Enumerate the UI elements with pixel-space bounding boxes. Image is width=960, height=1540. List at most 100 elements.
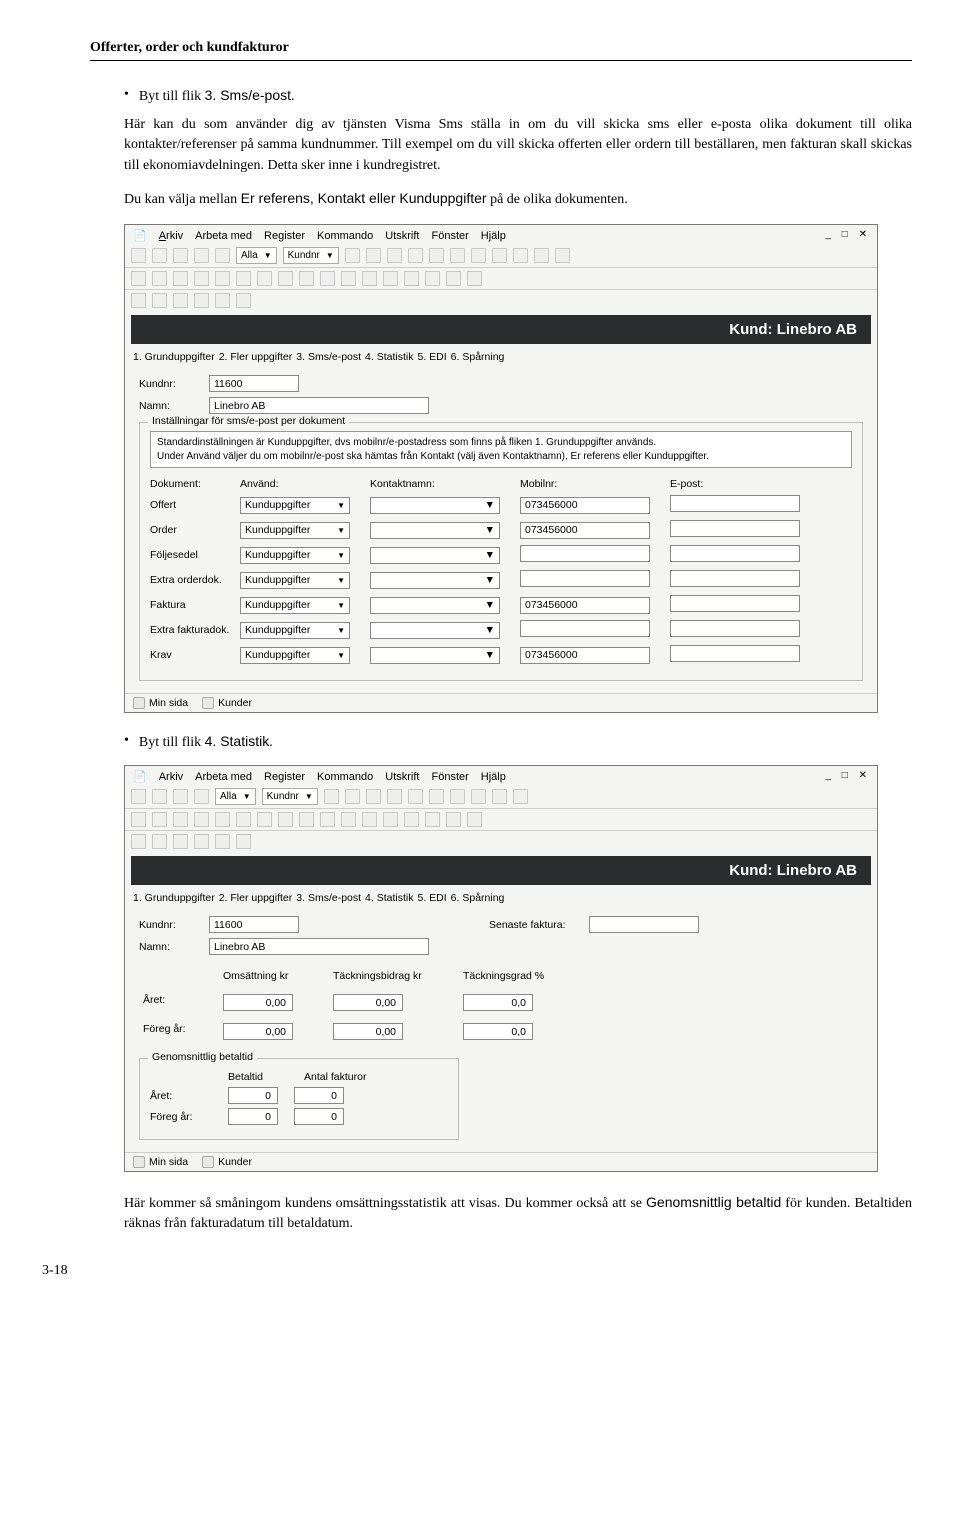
tb-misc4-icon[interactable] xyxy=(555,248,570,263)
tb-misc-icon[interactable] xyxy=(429,789,444,804)
oms-foreg-input[interactable]: 0,00 xyxy=(223,1023,293,1040)
tab-sms-epost[interactable]: 3. Sms/e-post xyxy=(296,351,361,363)
menu-register[interactable]: Register xyxy=(264,771,305,783)
tb2-icon[interactable] xyxy=(194,271,209,286)
tb2-icon[interactable] xyxy=(320,271,335,286)
tb-nav-next-icon[interactable] xyxy=(408,248,423,263)
tb2-icon[interactable] xyxy=(446,812,461,827)
mobil-input[interactable]: 073456000 xyxy=(520,522,650,539)
tb2-icon[interactable] xyxy=(131,271,146,286)
tb3-icon[interactable] xyxy=(215,834,230,849)
tb2-icon[interactable] xyxy=(173,812,188,827)
tb2-icon[interactable] xyxy=(173,271,188,286)
kontakt-select[interactable]: ▼ xyxy=(370,647,500,664)
tb2-icon[interactable] xyxy=(299,271,314,286)
tab-statistik[interactable]: 4. Statistik xyxy=(365,351,413,363)
tb-list-icon[interactable] xyxy=(131,789,146,804)
tab-sms-epost[interactable]: 3. Sms/e-post xyxy=(296,892,361,904)
tb2-icon[interactable] xyxy=(257,271,272,286)
tb-misc-icon[interactable] xyxy=(471,789,486,804)
tb-nav-first-icon[interactable] xyxy=(345,789,360,804)
tb-help-icon[interactable] xyxy=(513,789,528,804)
anvand-select[interactable]: Kunduppgifter▼ xyxy=(240,622,350,639)
tb2-icon[interactable] xyxy=(236,271,251,286)
tab-sparning[interactable]: 6. Spårning xyxy=(451,892,505,904)
menu-arkiv[interactable]: AArkivrkiv xyxy=(159,230,183,242)
tb2-icon[interactable] xyxy=(152,271,167,286)
kontakt-select[interactable]: ▼ xyxy=(370,522,500,539)
tab-edi[interactable]: 5. EDI xyxy=(417,892,446,904)
tb2-icon[interactable] xyxy=(383,812,398,827)
antal-foreg-input[interactable]: 0 xyxy=(294,1108,344,1125)
tb-folder-icon[interactable] xyxy=(152,248,167,263)
kontakt-select[interactable]: ▼ xyxy=(370,597,500,614)
tb-search-icon[interactable] xyxy=(345,248,360,263)
filter-select-1[interactable]: Alla▼ xyxy=(236,247,277,264)
tb-misc2-icon[interactable] xyxy=(492,248,507,263)
tb3-icon[interactable] xyxy=(236,834,251,849)
senaste-faktura-input[interactable] xyxy=(589,916,699,933)
epost-input[interactable] xyxy=(670,520,800,537)
tb3-icon[interactable] xyxy=(152,293,167,308)
tb3-icon[interactable] xyxy=(152,834,167,849)
tab-fler-uppgifter[interactable]: 2. Fler uppgifter xyxy=(219,892,293,904)
tb2-icon[interactable] xyxy=(425,812,440,827)
tb2-icon[interactable] xyxy=(236,812,251,827)
tab-statistik[interactable]: 4. Statistik xyxy=(365,892,413,904)
epost-input[interactable] xyxy=(670,545,800,562)
tb-misc1-icon[interactable] xyxy=(471,248,486,263)
kundnr-input[interactable]: 11600 xyxy=(209,375,299,392)
menu-utskrift[interactable]: Utskrift xyxy=(385,230,419,242)
tb-foreg-input[interactable]: 0,00 xyxy=(333,1023,403,1040)
footer-kunder[interactable]: Kunder xyxy=(202,1156,252,1168)
menu-fonster[interactable]: Fönster xyxy=(432,771,469,783)
tab-grunduppgifter[interactable]: 1. Grunduppgifter xyxy=(133,351,215,363)
tb2-icon[interactable] xyxy=(404,271,419,286)
tb-list-icon[interactable] xyxy=(131,248,146,263)
tb-aret-input[interactable]: 0,00 xyxy=(333,994,403,1011)
tb3-icon[interactable] xyxy=(173,293,188,308)
footer-kunder[interactable]: Kunder xyxy=(202,697,252,709)
tb2-icon[interactable] xyxy=(446,271,461,286)
namn-input[interactable]: Linebro AB xyxy=(209,397,429,414)
tb3-icon[interactable] xyxy=(131,834,146,849)
tb-doc-icon[interactable] xyxy=(173,248,188,263)
tb2-icon[interactable] xyxy=(467,271,482,286)
tb2-icon[interactable] xyxy=(341,812,356,827)
tb-nav-last-icon[interactable] xyxy=(408,789,423,804)
tb2-icon[interactable] xyxy=(194,812,209,827)
tb-misc-icon[interactable] xyxy=(492,789,507,804)
tab-edi[interactable]: 5. EDI xyxy=(417,351,446,363)
tb3-icon[interactable] xyxy=(173,834,188,849)
anvand-select[interactable]: Kunduppgifter▼ xyxy=(240,497,350,514)
tb2-icon[interactable] xyxy=(383,271,398,286)
menu-register[interactable]: Register xyxy=(264,230,305,242)
tb2-icon[interactable] xyxy=(215,812,230,827)
tb-copy-icon[interactable] xyxy=(173,789,188,804)
tb2-icon[interactable] xyxy=(362,271,377,286)
tb-nav-prev-icon[interactable] xyxy=(366,789,381,804)
kontakt-select[interactable]: ▼ xyxy=(370,547,500,564)
filter-select-2[interactable]: Kundnr▼ xyxy=(262,788,318,805)
tb2-icon[interactable] xyxy=(299,812,314,827)
tb-nav-prev-icon[interactable] xyxy=(387,248,402,263)
menu-hjalp[interactable]: Hjälp xyxy=(481,771,506,783)
tb2-icon[interactable] xyxy=(425,271,440,286)
mobil-input[interactable]: 073456000 xyxy=(520,497,650,514)
mobil-input[interactable] xyxy=(520,570,650,587)
tb2-icon[interactable] xyxy=(362,812,377,827)
tb3-icon[interactable] xyxy=(215,293,230,308)
anvand-select[interactable]: Kunduppgifter▼ xyxy=(240,647,350,664)
mobil-input[interactable]: 073456000 xyxy=(520,597,650,614)
anvand-select[interactable]: Kunduppgifter▼ xyxy=(240,597,350,614)
kontakt-select[interactable]: ▼ xyxy=(370,572,500,589)
filter-select-1[interactable]: Alla▼ xyxy=(215,788,256,805)
tb-misc3-icon[interactable] xyxy=(513,248,528,263)
menu-fonster[interactable]: Fönster xyxy=(432,230,469,242)
tb2-icon[interactable] xyxy=(278,812,293,827)
namn-input[interactable]: Linebro AB xyxy=(209,938,429,955)
tb2-icon[interactable] xyxy=(278,271,293,286)
epost-input[interactable] xyxy=(670,620,800,637)
betaltid-foreg-input[interactable]: 0 xyxy=(228,1108,278,1125)
tb2-icon[interactable] xyxy=(257,812,272,827)
